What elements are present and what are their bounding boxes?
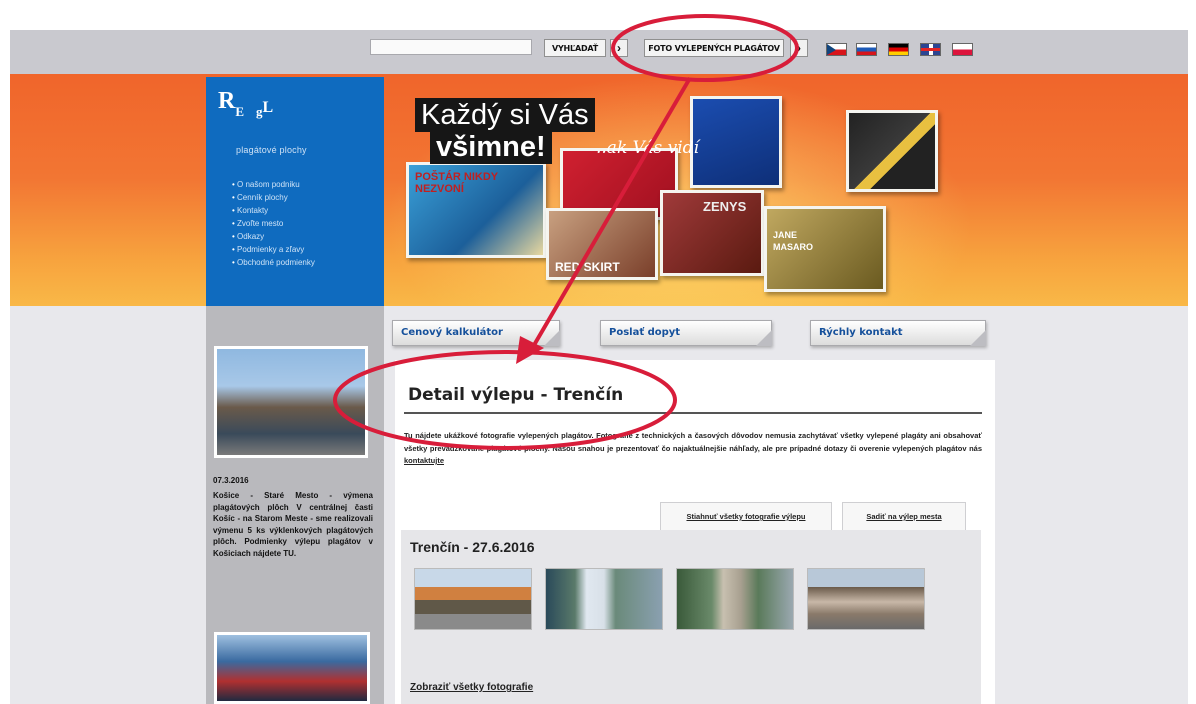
intro-text: Tu nájdete ukážkové fotografie vylepenýc… xyxy=(404,430,982,468)
poster-caption: ZENYS xyxy=(703,199,747,214)
logo-letter: E xyxy=(235,104,245,119)
order-city-tab[interactable]: Sadiť na výlep mesta xyxy=(842,502,966,530)
price-calculator-tab[interactable]: Cenový kalkulátor xyxy=(392,320,560,346)
poster-caption: JANE MASARO xyxy=(773,230,813,252)
search-arrow-icon[interactable]: › xyxy=(610,39,628,57)
download-photos-tab[interactable]: Stiahnuť všetky fotografie výlepu xyxy=(660,502,832,530)
pl-flag-icon[interactable] xyxy=(952,43,973,56)
logo-tagline: plagátové plochy xyxy=(236,145,307,155)
sidebar-nav: O našom podniku Cenník plochy Kontakty Z… xyxy=(232,178,315,269)
logo-letter: g xyxy=(256,104,263,119)
news-date: 07.3.2016 xyxy=(213,476,249,485)
gallery-title: Trenčín - 27.6.2016 xyxy=(410,539,535,555)
search-button[interactable]: VYHĽADAŤ xyxy=(544,39,606,57)
sidebar-item[interactable]: Obchodné podmienky xyxy=(232,256,315,269)
page-title: Detail výlepu - Trenčín xyxy=(408,385,624,405)
de-flag-icon[interactable] xyxy=(888,43,909,56)
poster-image xyxy=(690,96,782,188)
poster-image: ZENYS xyxy=(660,190,764,276)
sidebar-item[interactable]: Kontakty xyxy=(232,204,315,217)
quick-contact-tab[interactable]: Rýchly kontakt xyxy=(810,320,986,346)
news-text[interactable]: Košice - Staré Mesto - výmena plagátovýc… xyxy=(213,490,373,559)
gallery-photo[interactable] xyxy=(414,568,532,630)
gallery-photo[interactable] xyxy=(676,568,794,630)
banner-headline-script: ..ak Vás vidí xyxy=(596,138,699,158)
poster-caption: POŠTÁR NIKDY NEZVONÍ xyxy=(415,171,498,195)
send-inquiry-tab[interactable]: Poslať dopyt xyxy=(600,320,772,346)
sk-flag-icon[interactable] xyxy=(856,43,877,56)
intro-paragraph: Tu nájdete ukážkové fotografie vylepenýc… xyxy=(404,431,982,453)
gallery-photo[interactable] xyxy=(807,568,925,630)
sidebar-item[interactable]: Zvoľte mesto xyxy=(232,217,315,230)
search-input[interactable] xyxy=(370,39,532,55)
poster-image: RED SKIRT xyxy=(546,208,658,280)
banner-headline-bold: všimne! xyxy=(430,130,552,164)
poster-caption: RED SKIRT xyxy=(555,260,620,274)
logo-letter: R xyxy=(218,88,236,114)
news-thumbnail[interactable] xyxy=(214,632,370,704)
posters-arrow-icon[interactable]: › xyxy=(790,39,808,57)
cz-flag-icon[interactable] xyxy=(826,43,847,56)
banner-headline: Každý si Vás xyxy=(415,98,595,132)
poster-image: JANE MASARO xyxy=(764,206,886,292)
sidebar-item[interactable]: Odkazy xyxy=(232,230,315,243)
posters-photo-button[interactable]: FOTO VYLEPENÝCH PLAGÁTOV xyxy=(644,39,784,57)
poster-image xyxy=(846,110,938,192)
contact-link[interactable]: kontaktujte xyxy=(404,456,444,465)
en-flag-icon[interactable] xyxy=(920,43,941,56)
sidebar-item[interactable]: O našom podniku xyxy=(232,178,315,191)
gallery-photo[interactable] xyxy=(545,568,663,630)
sidebar-item[interactable]: Cenník plochy xyxy=(232,191,315,204)
sidebar-item[interactable]: Podmienky a zľavy xyxy=(232,243,315,256)
logo-letter: L xyxy=(262,99,274,116)
poster-image: POŠTÁR NIKDY NEZVONÍ xyxy=(406,162,546,258)
news-thumbnail[interactable] xyxy=(214,346,368,458)
site-logo[interactable]: RE gL xyxy=(218,88,274,119)
title-divider xyxy=(404,412,982,414)
show-all-photos-link[interactable]: Zobraziť všetky fotografie xyxy=(410,682,533,693)
